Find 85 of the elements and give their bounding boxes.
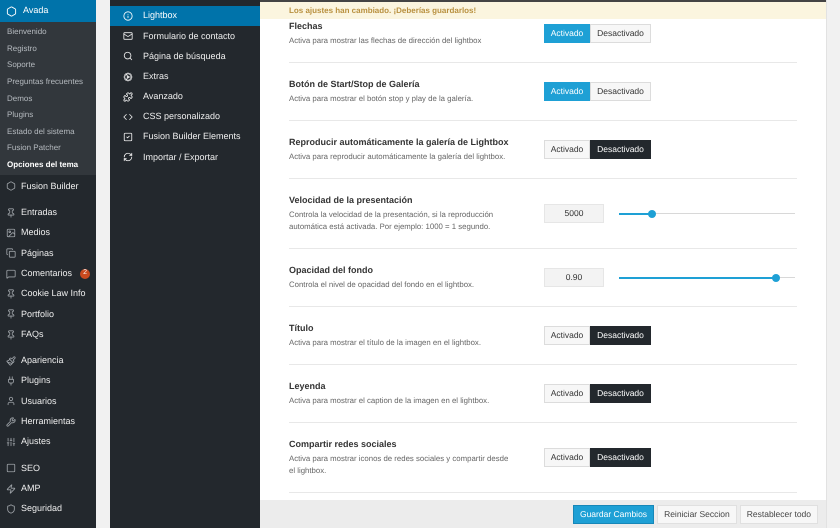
submenu-item[interactable]: Bienvenido	[0, 24, 96, 41]
submenu-item[interactable]: Opciones del tema	[0, 156, 96, 174]
shield-icon	[6, 504, 16, 514]
plug-icon	[6, 376, 16, 386]
menu-item[interactable]: FAQs	[0, 324, 96, 345]
submenu-item[interactable]: Preguntas frecuentes	[0, 74, 96, 90]
nav-item[interactable]: CSS personalizado	[110, 106, 260, 128]
slider-thumb[interactable]	[648, 210, 656, 218]
toggle-option[interactable]: Desactivado	[590, 326, 651, 345]
pin-icon	[6, 288, 16, 299]
value-field[interactable]: 0.90	[544, 268, 604, 287]
setting-title: Reproducir automáticamente la galería de Lightbox	[289, 136, 510, 148]
toggle-option[interactable]: Desactivado	[590, 384, 651, 403]
checkbox-icon	[123, 132, 133, 142]
toggle-option[interactable]: Desactivado	[590, 24, 651, 43]
setting-title: Velocidad de la presentación	[289, 194, 414, 206]
setting-title: Compartir redes sociales	[289, 438, 398, 450]
toggle-option[interactable]: Activado	[544, 384, 590, 403]
menu-item[interactable]: Usuarios	[0, 391, 96, 412]
menu-item[interactable]: Entradas	[0, 202, 96, 223]
bolt-icon	[6, 484, 16, 494]
menu-item[interactable]: Seguridad	[0, 498, 96, 520]
toggle-option[interactable]: Desactivado	[590, 140, 651, 159]
nav-item[interactable]: Página de búsqueda	[110, 46, 260, 67]
setting-title: Título	[289, 322, 314, 334]
info-icon	[123, 11, 133, 22]
puzzle-icon	[123, 92, 133, 102]
menu-item[interactable]: Ajustes	[0, 432, 96, 452]
submenu-item[interactable]: Plugins	[0, 106, 96, 124]
submenu-item[interactable]: Fusion Patcher	[0, 140, 96, 157]
square-icon	[6, 463, 16, 474]
menu-item[interactable]: Portfolio	[0, 304, 96, 324]
refresh-icon	[123, 152, 133, 162]
menu-item[interactable]: Apariencia	[0, 350, 96, 372]
footer-button[interactable]: Restablecer todo	[740, 504, 818, 524]
footer-button[interactable]: Reiniciar Seccion	[657, 504, 737, 524]
search-icon	[123, 51, 133, 62]
nav-item[interactable]: Importar / Exportar	[110, 147, 260, 168]
submenu-item[interactable]: Estado del sistema	[0, 124, 96, 140]
menu-item[interactable]: SEO	[0, 458, 96, 478]
notice-bar: Los ajustes han cambiado. ¡Deberías guardarlos!	[260, 0, 826, 19]
comment-icon	[6, 268, 16, 279]
nav-item[interactable]: Avanzado	[110, 86, 260, 107]
toggle-option[interactable]: Activado	[544, 448, 590, 467]
setting-title: Flechas	[289, 20, 324, 32]
submenu-item[interactable]: Registro	[0, 40, 96, 58]
nav-item[interactable]: Extras	[110, 66, 260, 87]
setting-title: Leyenda	[289, 380, 327, 392]
submenu-item[interactable]: Soporte	[0, 57, 96, 74]
pages-icon	[6, 248, 16, 258]
brush-icon	[6, 356, 16, 366]
code-icon	[123, 112, 133, 122]
slider-track[interactable]	[619, 209, 795, 218]
pin-icon	[6, 208, 16, 218]
nav-item[interactable]: Fusion Builder Elements	[110, 127, 260, 148]
nav-item[interactable]: Formulario de contacto	[110, 26, 260, 46]
menu-item[interactable]: Cookie Law Info	[0, 284, 96, 304]
menu-item[interactable]: Plugins	[0, 371, 96, 392]
menu-item[interactable]: Fusion Builder	[0, 176, 96, 197]
toggle-option[interactable]: Desactivado	[590, 82, 651, 101]
nav-item[interactable]: Lightbox	[110, 6, 260, 26]
menu-item[interactable]: AMP	[0, 478, 96, 499]
menu-item[interactable]: Páginas	[0, 243, 96, 264]
menu-item[interactable]: Herramientas	[0, 412, 96, 432]
sliders-icon	[6, 437, 16, 448]
image-icon	[6, 228, 16, 238]
setting-title: Botón de Start/Stop de Galería	[289, 78, 421, 90]
toggle-option[interactable]: Desactivado	[590, 448, 651, 467]
setting-title: Opacidad del fondo	[289, 264, 374, 276]
envelope-icon	[123, 31, 133, 42]
slider-track[interactable]	[619, 273, 795, 282]
toggle-option[interactable]: Activado	[544, 326, 590, 345]
toggle-option[interactable]: Activado	[544, 140, 590, 159]
wrench-icon	[6, 416, 16, 427]
user-icon	[6, 396, 16, 406]
pin-icon	[6, 330, 16, 340]
pin-icon	[6, 309, 16, 320]
hexagon-icon	[6, 181, 16, 192]
value-field[interactable]: 5000	[544, 204, 604, 223]
submenu-item[interactable]: Demos	[0, 90, 96, 107]
menu-item[interactable]: Medios	[0, 222, 96, 244]
slider-thumb[interactable]	[772, 274, 780, 282]
menu-item[interactable]: Avada	[0, 0, 96, 22]
gears-icon	[123, 72, 133, 82]
hexagon-icon	[6, 6, 17, 16]
